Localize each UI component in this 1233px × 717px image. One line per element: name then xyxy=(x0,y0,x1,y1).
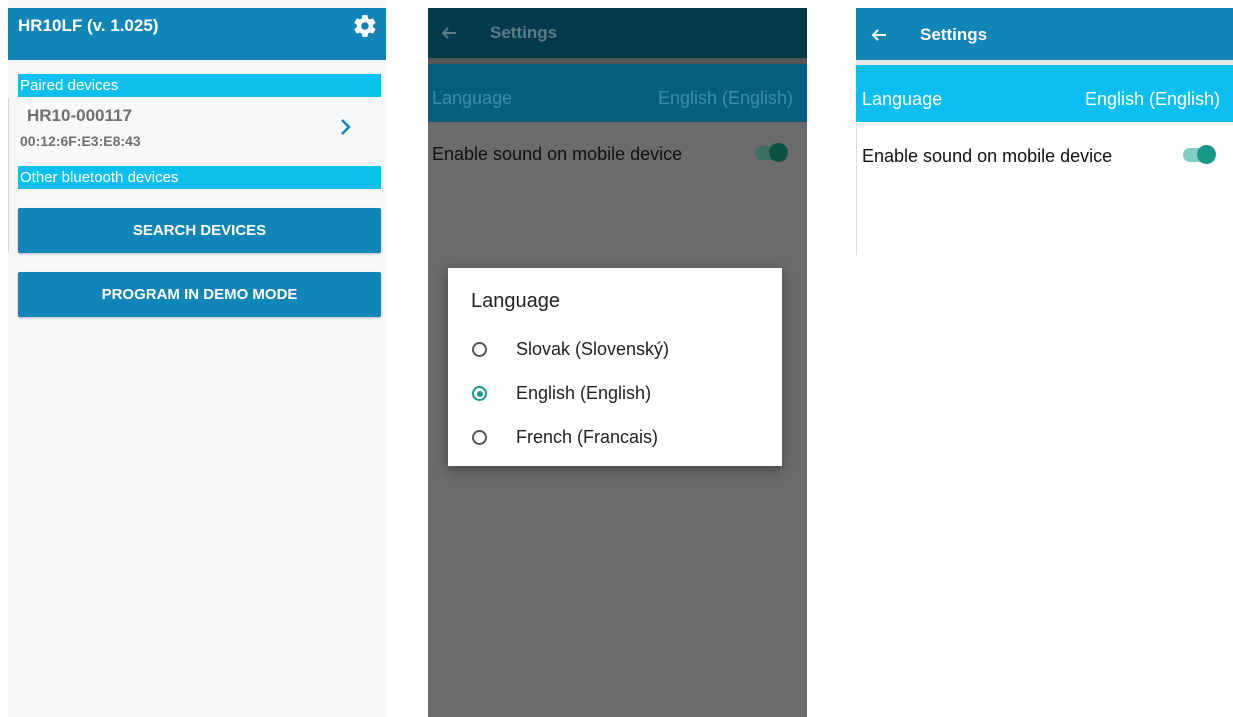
language-option-slovak[interactable]: Slovak (Slovenský) xyxy=(472,339,772,363)
radio-checked-icon[interactable] xyxy=(472,386,487,401)
sound-toggle-thumb[interactable] xyxy=(769,143,788,162)
language-label: Language xyxy=(432,88,513,108)
sound-label: Enable sound on mobile device xyxy=(432,144,683,164)
settings-screen: Settings Language English (English) Enab… xyxy=(856,8,1233,255)
arrow-left-icon[interactable] xyxy=(870,26,888,44)
demo-mode-button[interactable]: PROGRAM IN DEMO MODE xyxy=(18,272,381,317)
app-bar xyxy=(428,8,807,58)
paired-device-name[interactable]: HR10-000117 xyxy=(27,106,132,126)
language-option-french[interactable]: French (Francais) xyxy=(472,427,772,451)
gear-icon[interactable] xyxy=(352,13,378,39)
other-devices-header: Other bluetooth devices xyxy=(18,166,381,189)
sound-toggle-thumb[interactable] xyxy=(1197,145,1216,164)
divider xyxy=(8,98,9,252)
device-list-screen: HR10LF (v. 1.025) Paired devices HR10-00… xyxy=(8,0,386,717)
radio-unchecked-icon[interactable] xyxy=(472,342,487,357)
settings-dialog-screen: Settings Language English (English) Enab… xyxy=(428,8,807,717)
sound-label: Enable sound on mobile device xyxy=(862,146,1113,166)
language-label: Language xyxy=(862,89,943,109)
arrow-left-icon[interactable] xyxy=(440,24,458,42)
option-label: Slovak (Slovenský) xyxy=(516,339,670,359)
dialog-title: Language xyxy=(471,290,560,312)
settings-title: Settings xyxy=(490,23,558,42)
option-label: French (Francais) xyxy=(516,427,659,447)
language-value: English (English) xyxy=(1084,89,1220,109)
language-option-english[interactable]: English (English) xyxy=(472,383,772,407)
app-bar xyxy=(856,8,1233,60)
option-label: English (English) xyxy=(516,383,652,403)
chevron-right-icon[interactable] xyxy=(338,116,354,138)
language-value: English (English) xyxy=(657,88,793,108)
search-devices-button[interactable]: SEARCH DEVICES xyxy=(18,208,381,253)
settings-title: Settings xyxy=(920,25,988,44)
divider xyxy=(856,122,857,255)
paired-devices-header: Paired devices xyxy=(18,74,381,97)
radio-unchecked-icon[interactable] xyxy=(472,430,487,445)
language-dialog: Language Slovak (Slovenský) English (Eng… xyxy=(448,268,782,466)
app-title: HR10LF (v. 1.025) xyxy=(18,16,159,35)
paired-device-mac[interactable]: 00:12:6F:E3:E8:43 xyxy=(20,133,141,149)
